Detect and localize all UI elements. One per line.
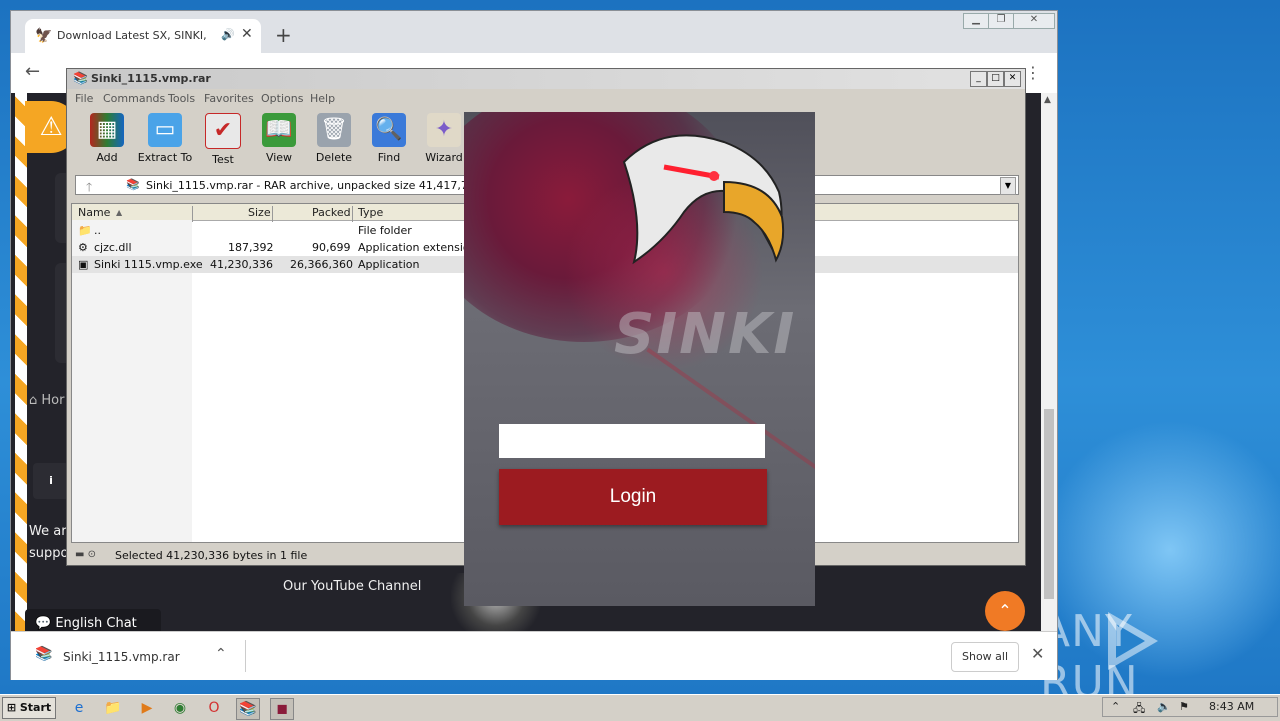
test-clipboard-icon: ✔: [205, 113, 241, 149]
minimize-icon[interactable]: _: [970, 71, 987, 87]
minimize-icon[interactable]: ▁: [963, 13, 989, 29]
eagle-logo: [622, 134, 785, 265]
home-link[interactable]: ⌂ Hor: [29, 393, 64, 408]
login-button[interactable]: Login: [499, 469, 767, 525]
archive-path: Sinki_1115.vmp.rar - RAR archive, unpack…: [146, 179, 510, 192]
add-icon: ▦: [90, 113, 124, 147]
scrollbar-thumb[interactable]: [1044, 409, 1054, 599]
up-arrow-icon[interactable]: 🡑: [86, 178, 92, 199]
winrar-icon: 📚: [73, 71, 88, 85]
menu-kebab-icon[interactable]: ⋮: [1025, 63, 1041, 82]
tab-title: Download Latest SX, SINKI, C4.: [57, 29, 207, 42]
media-player-icon[interactable]: ▶: [136, 698, 158, 718]
speaker-icon[interactable]: 🔊: [221, 28, 235, 41]
column-type[interactable]: Type: [358, 206, 383, 219]
delete-button[interactable]: 🗑 Delete: [306, 113, 362, 164]
extract-to-button[interactable]: ▭ Extract To: [137, 113, 193, 164]
flag-icon[interactable]: ⚑: [1179, 700, 1189, 713]
menu-options[interactable]: Options: [261, 92, 303, 105]
back-arrow-icon[interactable]: ←: [25, 61, 40, 82]
folder-icon: 📁: [78, 224, 92, 237]
browser-tab[interactable]: 🦅 Download Latest SX, SINKI, C4. 🔊 ✕: [25, 19, 261, 53]
close-icon[interactable]: ✕: [1004, 71, 1021, 87]
status-text: Selected 41,230,336 bytes in 1 file: [115, 549, 308, 562]
dll-icon: ⚙: [78, 241, 88, 254]
column-size[interactable]: Size: [248, 206, 271, 219]
anyrun-watermark: ANYRUN: [1040, 606, 1280, 694]
key-icon: ▬ ⊙: [75, 549, 97, 560]
youtube-heading: Our YouTube Channel: [283, 579, 422, 594]
show-all-button[interactable]: Show all: [951, 642, 1019, 672]
chevron-up-icon: ⌃: [998, 601, 1012, 620]
taskbar: ⊞ Start e 📁 ▶ ◉ O 📚 ◼ ⌃ 🖧 🔈 ⚑ 8:43 AM: [0, 694, 1280, 721]
network-icon[interactable]: 🖧: [1133, 700, 1145, 719]
scroll-to-top-button[interactable]: ⌃: [985, 591, 1025, 631]
volume-icon[interactable]: 🔈: [1157, 700, 1171, 713]
tab-close-icon[interactable]: ✕: [241, 26, 253, 42]
system-tray: ⌃ 🖧 🔈 ⚑ 8:43 AM: [1102, 697, 1278, 717]
view-book-icon: 📖: [262, 113, 296, 147]
home-icon: ⌂: [29, 393, 42, 408]
menu-tools[interactable]: Tools: [168, 92, 195, 105]
extract-folder-icon: ▭: [148, 113, 182, 147]
clock[interactable]: 8:43 AM: [1209, 700, 1254, 713]
scroll-up-icon[interactable]: ▲: [1044, 95, 1051, 105]
tray-expand-icon[interactable]: ⌃: [1111, 700, 1120, 713]
close-icon[interactable]: ✕: [1013, 13, 1055, 29]
start-button[interactable]: ⊞ Start: [2, 697, 56, 719]
info-icon: i: [33, 463, 69, 499]
chat-icon: 💬: [35, 616, 56, 631]
trash-icon: 🗑: [317, 113, 351, 147]
windows-logo-icon: ⊞: [6, 701, 20, 714]
chevron-up-icon[interactable]: ⌃: [215, 646, 227, 662]
find-button[interactable]: 🔍 Find: [361, 113, 417, 164]
exe-icon: ▣: [78, 258, 89, 271]
caution-stripe: [15, 93, 27, 631]
winrar-title: Sinki_1115.vmp.rar: [91, 72, 211, 85]
new-tab-icon[interactable]: +: [275, 23, 292, 47]
chevron-down-icon[interactable]: ▼: [1000, 177, 1016, 195]
column-packed[interactable]: Packed: [312, 206, 351, 219]
magnifier-icon: 🔍: [372, 113, 406, 147]
add-button[interactable]: ▦ Add: [79, 113, 135, 164]
column-name[interactable]: Name: [78, 206, 110, 219]
menu-file[interactable]: File: [75, 92, 93, 105]
close-download-bar-icon[interactable]: ✕: [1031, 644, 1044, 663]
english-chat-button[interactable]: 💬 English Chat: [25, 609, 161, 631]
sinki-login-window: SINKI Login: [464, 112, 815, 606]
chrome-icon[interactable]: ◉: [169, 698, 191, 718]
view-button[interactable]: 📖 View: [251, 113, 307, 164]
menu-commands[interactable]: Commands: [103, 92, 165, 105]
winrar-file-icon: 📚: [35, 646, 53, 662]
download-bar: 📚 Sinki_1115.vmp.rar ⌃ Show all ✕: [11, 631, 1057, 680]
maximize-icon[interactable]: □: [987, 71, 1004, 87]
test-button[interactable]: ✔ Test: [195, 113, 251, 166]
winrar-taskbar-icon[interactable]: 📚: [236, 698, 260, 720]
tab-strip: 🦅 Download Latest SX, SINKI, C4. 🔊 ✕ + ▁…: [11, 11, 1057, 53]
explorer-folder-icon[interactable]: 📁: [102, 698, 124, 718]
wand-icon: ✦: [427, 113, 461, 147]
ie-icon[interactable]: e: [68, 698, 90, 718]
login-key-input[interactable]: [499, 424, 765, 458]
winrar-menubar: File Commands Tools Favorites Options He…: [67, 89, 1025, 107]
eagle-icon: 🦅: [35, 28, 53, 44]
winrar-titlebar[interactable]: 📚 Sinki_1115.vmp.rar _ □ ✕: [67, 69, 1025, 89]
menu-help[interactable]: Help: [310, 92, 335, 105]
opera-icon[interactable]: O: [203, 698, 225, 718]
sinki-brand: SINKI: [614, 302, 797, 367]
download-file-name[interactable]: Sinki_1115.vmp.rar: [63, 650, 180, 664]
page-scrollbar[interactable]: ▲: [1041, 93, 1057, 631]
menu-favorites[interactable]: Favorites: [204, 92, 254, 105]
winrar-icon: 📚: [126, 178, 140, 191]
sinki-taskbar-icon[interactable]: ◼: [270, 698, 294, 720]
sort-asc-icon: ▲: [116, 208, 123, 217]
restore-icon[interactable]: ❐: [988, 13, 1014, 29]
